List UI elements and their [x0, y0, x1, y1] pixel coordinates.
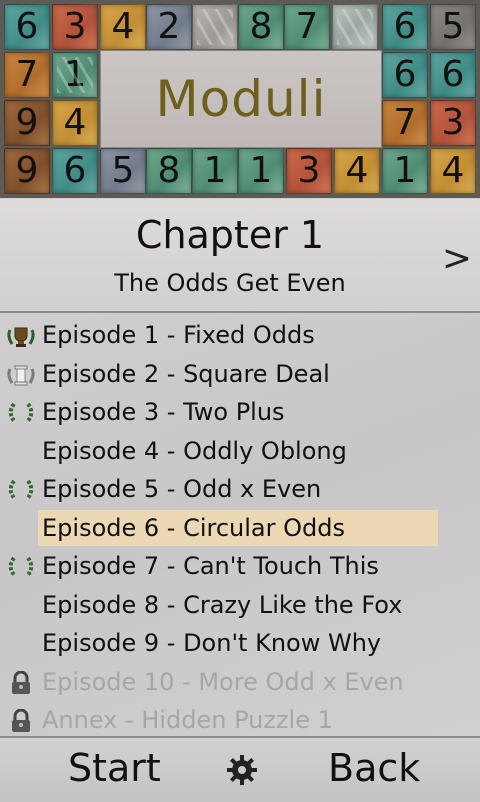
episode-label: Episode 1 - Fixed Odds — [42, 321, 315, 350]
tile: 7 — [4, 52, 50, 98]
laurel-icon — [6, 555, 36, 579]
episode-label: Episode 4 - Oddly Oblong — [42, 436, 347, 465]
episode-item[interactable]: Episode 8 - Crazy Like the Fox — [0, 586, 480, 625]
tile — [332, 4, 378, 50]
tile: 1 — [238, 148, 284, 194]
gear-icon[interactable] — [224, 752, 260, 788]
lock-icon — [6, 670, 36, 695]
back-button[interactable]: Back — [328, 746, 420, 790]
episode-label: Annex - Hidden Puzzle 1 — [42, 706, 333, 735]
episode-label: Episode 3 - Two Plus — [42, 398, 285, 427]
tile: 6 — [430, 52, 476, 98]
tile: 9 — [4, 148, 50, 194]
episode-label: Episode 8 - Crazy Like the Fox — [42, 590, 403, 619]
tile: 8 — [238, 4, 284, 50]
episode-label: Episode 7 - Can't Touch This — [42, 552, 379, 581]
laurel-icon — [6, 478, 36, 502]
tile: 4 — [430, 148, 476, 194]
tile: 4 — [100, 4, 146, 50]
start-button[interactable]: Start — [68, 746, 161, 790]
footer-bar: Start Back — [0, 736, 480, 802]
chapter-subtitle: The Odds Get Even — [114, 269, 346, 297]
laurel-icon — [6, 401, 36, 425]
app-title: Moduli — [155, 70, 327, 128]
episode-item[interactable]: Episode 2 - Square Deal — [0, 355, 480, 394]
next-chapter-button[interactable]: > — [442, 241, 472, 277]
episode-item-locked[interactable]: Episode 10 - More Odd x Even — [0, 663, 480, 702]
episode-item[interactable]: Episode 9 - Don't Know Why — [0, 624, 480, 663]
tile: 7 — [284, 4, 330, 50]
tile: 1 — [52, 52, 98, 98]
column-icon — [6, 363, 36, 387]
tile: 4 — [334, 148, 380, 194]
tile: 7 — [382, 100, 428, 146]
tile: 1 — [382, 148, 428, 194]
tile: 2 — [146, 4, 192, 50]
episode-list: Episode 1 - Fixed Odds Episode 2 - Squar… — [0, 316, 480, 734]
episode-label: Episode 9 - Don't Know Why — [42, 629, 382, 658]
tile: 6 — [4, 4, 50, 50]
episode-label: Episode 5 - Odd x Even — [42, 475, 322, 504]
tile: 1 — [192, 148, 238, 194]
title-panel: Moduli — [100, 50, 382, 148]
tile: 6 — [382, 52, 428, 98]
tile: 5 — [100, 148, 146, 194]
episode-label: Episode 2 - Square Deal — [42, 359, 330, 388]
tile — [192, 4, 238, 50]
chapter-title: Chapter 1 — [135, 213, 325, 257]
tile: 3 — [52, 4, 98, 50]
episode-item[interactable]: Episode 4 - Oddly Oblong — [0, 432, 480, 471]
episode-item[interactable]: Episode 3 - Two Plus — [0, 393, 480, 432]
tile: 3 — [286, 148, 332, 194]
episode-item-locked[interactable]: Annex - Hidden Puzzle 1 — [0, 701, 480, 740]
episode-item-selected[interactable]: Episode 6 - Circular Odds — [0, 509, 480, 548]
episode-label: Episode 10 - More Odd x Even — [42, 667, 404, 696]
tile: 8 — [146, 148, 192, 194]
tile-header: 6 3 4 2 8 7 6 5 7 1 9 4 6 6 7 3 9 6 5 8 … — [0, 0, 480, 198]
trophy-icon — [6, 324, 36, 348]
episode-label: Episode 6 - Circular Odds — [38, 509, 438, 546]
tile: 6 — [382, 4, 428, 50]
lock-icon — [6, 708, 36, 733]
tile: 6 — [52, 148, 98, 194]
tile: 5 — [430, 4, 476, 50]
tile: 3 — [430, 100, 476, 146]
chapter-header: Chapter 1 The Odds Get Even > — [0, 199, 480, 313]
episode-item[interactable]: Episode 7 - Can't Touch This — [0, 547, 480, 586]
tile: 9 — [4, 100, 50, 146]
episode-item[interactable]: Episode 5 - Odd x Even — [0, 470, 480, 509]
episode-item[interactable]: Episode 1 - Fixed Odds — [0, 316, 480, 355]
tile: 4 — [52, 100, 98, 146]
